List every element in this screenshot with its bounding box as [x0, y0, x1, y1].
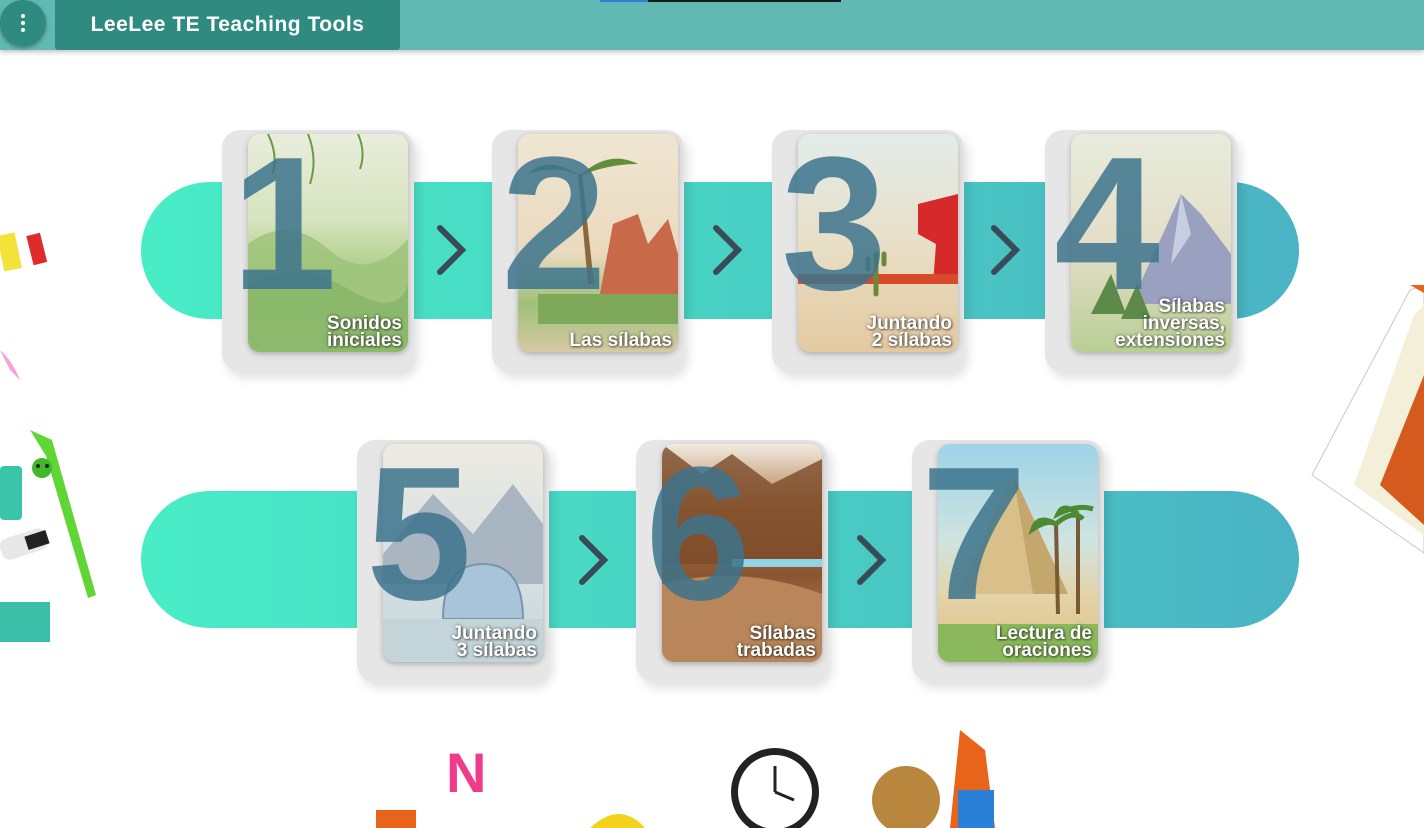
loading-indicator — [600, 0, 841, 2]
level-label: Sílabas trabadas — [736, 623, 816, 661]
level-label: Las sílabas — [569, 330, 672, 351]
level-label: Lectura de oraciones — [995, 623, 1092, 661]
level-label: Sonidos iniciales — [327, 313, 402, 351]
level-card-6[interactable]: 6 Sílabas trabadas — [636, 428, 836, 685]
chevron-right-icon — [713, 225, 743, 275]
top-app-bar: LeeLee TE Teaching Tools — [0, 0, 1424, 50]
school-supplies-decoration — [0, 232, 96, 642]
app-title-button[interactable]: LeeLee TE Teaching Tools — [55, 0, 400, 50]
level-card-2[interactable]: 2 Las sílabas — [492, 118, 692, 375]
menu-button[interactable] — [0, 0, 46, 46]
level-number: 6 — [645, 428, 751, 640]
level-card-3[interactable]: 3 Juntando 2 sílabas — [772, 118, 972, 375]
level-card-4[interactable]: 4 Sílabas inversas, extensiones — [1045, 118, 1245, 375]
level-number: 1 — [231, 118, 337, 330]
more-vert-icon — [21, 14, 25, 32]
level-number: 7 — [921, 428, 1027, 640]
level-number: 3 — [781, 118, 887, 330]
notebook-decoration — [1311, 285, 1424, 554]
level-number: 5 — [366, 428, 472, 640]
level-card-1[interactable]: 1 Sonidos iniciales — [222, 118, 422, 375]
chevron-right-icon — [579, 535, 609, 585]
chevron-right-icon — [991, 225, 1021, 275]
level-number: 2 — [501, 118, 607, 330]
chevron-right-icon — [437, 225, 467, 275]
svg-text:N: N — [446, 741, 486, 804]
chevron-right-icon — [857, 535, 887, 585]
bottom-decoration: N — [376, 730, 995, 828]
level-label: Juntando 2 sílabas — [866, 313, 953, 351]
level-number: 4 — [1054, 118, 1160, 330]
level-label: Juntando 3 sílabas — [451, 623, 538, 661]
level-card-5[interactable]: 5 Juntando 3 sílabas — [357, 428, 557, 685]
level-card-7[interactable]: 7 Lectura de oraciones — [912, 428, 1112, 685]
level-label: Sílabas inversas, extensiones — [1115, 296, 1225, 351]
